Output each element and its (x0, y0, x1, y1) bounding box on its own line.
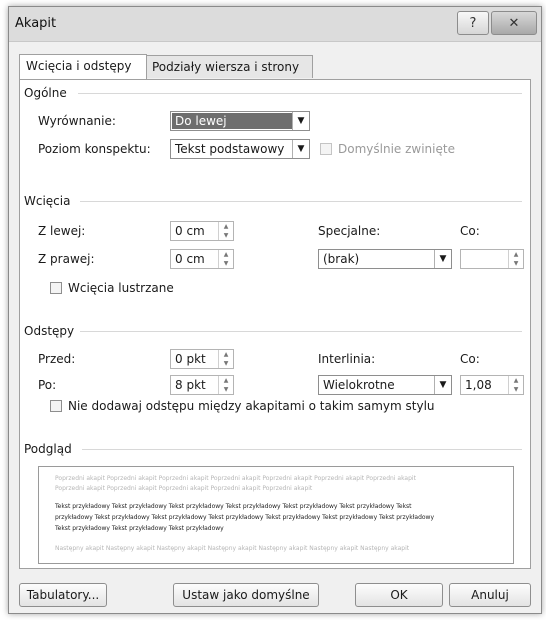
paragraph-dialog: Akapit ? ✕ Wcięcia i odstępy Podziały wi… (8, 6, 542, 614)
alignment-value: Do lewej (172, 113, 292, 129)
preview-box: Poprzedni akapit Poprzedni akapit Poprze… (38, 466, 514, 564)
preview-sample-line: Tekst przykładowy Tekst przykładowy Teks… (55, 503, 412, 510)
preview-previous-line: Poprzedni akapit Poprzedni akapit Poprze… (55, 475, 416, 482)
indent-left-spinner[interactable]: 0 cm ▲ ▼ (170, 221, 234, 241)
ok-button[interactable]: OK (355, 583, 443, 607)
separator (82, 449, 522, 450)
spin-down-icon[interactable]: ▼ (219, 385, 233, 394)
separator (80, 331, 522, 332)
tab-panel: Ogólne Wyrównanie: Do lewej ▼ Poziom kon… (19, 79, 531, 569)
mirror-indents-label: Wcięcia lustrzane (68, 281, 174, 295)
indent-right-spinner[interactable]: 0 cm ▲ ▼ (170, 249, 234, 269)
preview-sample-line: przykładowy Tekst przykładowy Tekst przy… (55, 514, 435, 521)
space-after-value: 8 pkt (175, 378, 206, 392)
special-indent-value: (brak) (323, 252, 360, 266)
mirror-indents-checkbox[interactable] (50, 282, 62, 294)
spin-up-icon[interactable]: ▲ (219, 350, 233, 359)
spin-up-icon[interactable]: ▲ (219, 250, 233, 259)
help-icon: ? (469, 15, 477, 31)
preview-sample-line: Tekst przykładowy Tekst przykładowy Teks… (55, 525, 224, 532)
line-spacing-select[interactable]: Wielokrotne ▼ (318, 375, 452, 395)
alignment-select[interactable]: Do lewej ▼ (170, 111, 310, 131)
space-after-spinner[interactable]: 8 pkt ▲ ▼ (170, 375, 234, 395)
space-before-label: Przed: (38, 352, 76, 366)
no-space-same-style-label: Nie dodawaj odstępu między akapitami o t… (68, 399, 435, 413)
spin-down-icon[interactable]: ▼ (219, 359, 233, 368)
indent-left-value: 0 cm (175, 224, 205, 238)
separator (78, 93, 522, 94)
spin-up-icon[interactable]: ▲ (219, 222, 233, 231)
space-before-value: 0 pkt (175, 352, 206, 366)
tab-label: Wcięcia i odstępy (26, 59, 132, 73)
preview-next-line: Następny akapit Następny akapit Następny… (55, 545, 410, 552)
tab-label: Podziały wiersza i strony (152, 60, 300, 74)
collapsed-label: Domyślnie zwinięte (338, 142, 455, 156)
indents-section-title: Wcięcia (24, 194, 71, 208)
line-spacing-at-label: Co: (460, 352, 480, 366)
collapsed-checkbox[interactable] (320, 143, 332, 155)
set-as-default-label: Ustaw jako domyślne (182, 588, 310, 602)
tabs-button-label: Tabulatory... (26, 588, 100, 602)
spin-down-icon[interactable]: ▼ (219, 259, 233, 268)
tab-indents-spacing[interactable]: Wcięcia i odstępy (19, 54, 147, 79)
chevron-down-icon: ▼ (292, 140, 309, 158)
ok-label: OK (390, 588, 408, 602)
chevron-down-icon: ▼ (434, 250, 451, 268)
set-as-default-button[interactable]: Ustaw jako domyślne (173, 583, 319, 607)
line-spacing-at-spinner[interactable]: 1,08 ▲ ▼ (460, 375, 524, 395)
alignment-label: Wyrównanie: (38, 114, 116, 128)
tabs-button[interactable]: Tabulatory... (19, 583, 107, 607)
spin-down-icon[interactable]: ▼ (219, 231, 233, 240)
title-bar: Akapit ? ✕ (9, 7, 541, 42)
indent-right-value: 0 cm (175, 252, 205, 266)
cancel-label: Anuluj (471, 588, 509, 602)
space-before-spinner[interactable]: 0 pkt ▲ ▼ (170, 349, 234, 369)
indent-by-label: Co: (460, 224, 480, 238)
space-after-label: Po: (38, 378, 57, 392)
line-spacing-label: Interlinia: (318, 352, 376, 366)
outline-level-value: Tekst podstawowy (175, 142, 285, 156)
spin-down-icon[interactable]: ▼ (509, 259, 523, 268)
close-button[interactable]: ✕ (491, 11, 537, 35)
spin-up-icon[interactable]: ▲ (509, 250, 523, 259)
dialog-title: Akapit (15, 16, 57, 31)
no-space-same-style-checkbox[interactable] (50, 400, 62, 412)
spacing-section-title: Odstępy (24, 324, 75, 338)
indent-left-label: Z lewej: (38, 224, 86, 238)
outline-level-label: Poziom konspektu: (38, 142, 151, 156)
special-label: Specjalne: (318, 224, 381, 238)
chevron-down-icon: ▼ (292, 112, 309, 130)
close-icon: ✕ (508, 15, 520, 31)
preview-section-title: Podgląd (24, 442, 72, 456)
indent-by-spinner[interactable]: ▲ ▼ (460, 249, 524, 269)
cancel-button[interactable]: Anuluj (449, 583, 531, 607)
line-spacing-at-value: 1,08 (465, 378, 492, 392)
help-button[interactable]: ? (457, 11, 489, 35)
spin-up-icon[interactable]: ▲ (509, 376, 523, 385)
special-indent-select[interactable]: (brak) ▼ (318, 249, 452, 269)
spin-down-icon[interactable]: ▼ (509, 385, 523, 394)
line-spacing-value: Wielokrotne (323, 378, 395, 392)
tab-line-page-breaks[interactable]: Podziały wiersza i strony (145, 55, 313, 78)
spin-up-icon[interactable]: ▲ (219, 376, 233, 385)
preview-previous-line: Poprzedni akapit Poprzedni akapit Poprze… (55, 485, 313, 492)
outline-level-select[interactable]: Tekst podstawowy ▼ (170, 139, 310, 159)
indent-right-label: Z prawej: (38, 252, 95, 266)
chevron-down-icon: ▼ (434, 376, 451, 394)
separator (80, 201, 522, 202)
general-section-title: Ogólne (24, 86, 67, 100)
